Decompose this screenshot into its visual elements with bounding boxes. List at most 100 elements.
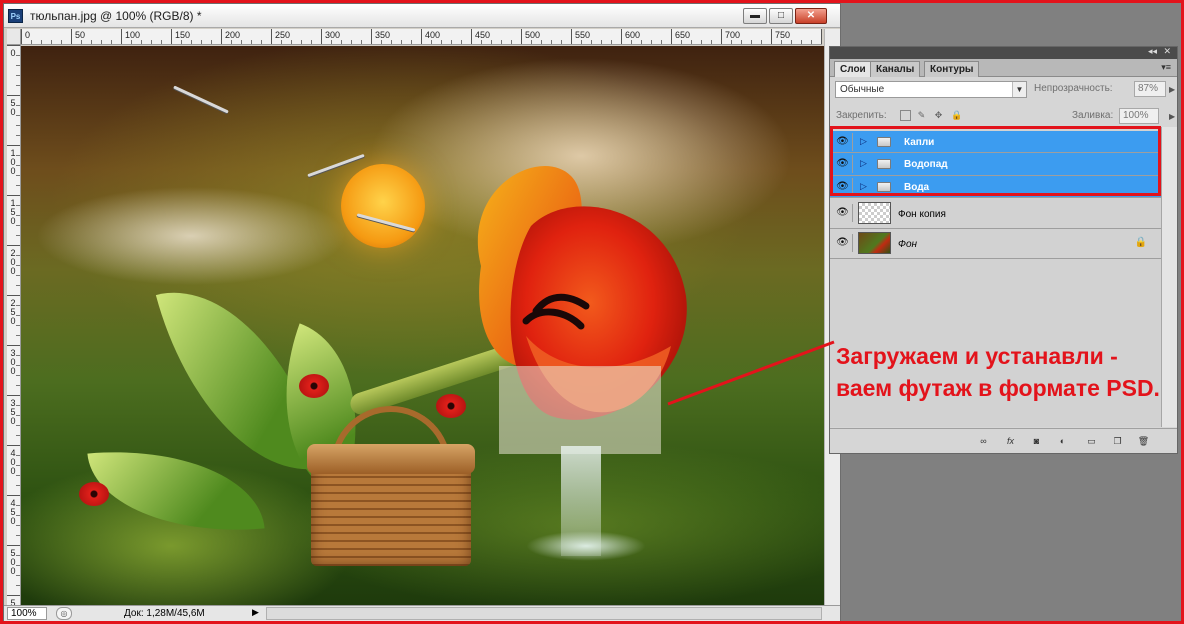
fill-label: Заливка: <box>1072 110 1114 121</box>
folder-icon <box>877 182 891 192</box>
opacity-arrow-icon[interactable]: ▶ <box>1169 85 1179 94</box>
ruler-tick-label: 4 5 0 <box>10 498 16 526</box>
eye-icon[interactable]: 👁 <box>833 133 853 151</box>
lock-all-icon[interactable]: 🔒 <box>951 110 962 121</box>
blend-mode-value: Обычные <box>840 84 885 95</box>
opacity-label: Непрозрачность: <box>1034 83 1113 94</box>
eye-icon[interactable]: 👁 <box>833 155 853 173</box>
adjustment-icon[interactable]: ◐ <box>1055 435 1070 447</box>
layer-name: Фон <box>898 239 918 250</box>
chevron-down-icon: ▼ <box>1012 82 1026 97</box>
vertical-ruler[interactable]: 0 5 0 1 0 0 1 5 0 2 0 0 2 5 0 3 0 0 3 5 0 4 0 0 4… <box>7 45 21 624</box>
lock-brush-icon[interactable]: ✎ <box>916 110 927 121</box>
layer-row-fon[interactable]: 👁 Фон 🔒 <box>830 229 1161 259</box>
layers-scrollbar[interactable] <box>1161 127 1177 427</box>
sun-graphic <box>341 164 425 248</box>
expand-triangle-icon[interactable]: ▷ <box>860 181 867 192</box>
lock-transparency-icon[interactable] <box>900 110 911 121</box>
ruler-tick-label: 100 <box>125 30 141 40</box>
footage-overlay <box>499 366 661 454</box>
ruler-tick-label: 450 <box>475 30 491 40</box>
image-canvas[interactable] <box>21 46 824 606</box>
status-info-icon[interactable]: ◎ <box>56 607 72 620</box>
fill-field[interactable]: 100% <box>1119 108 1159 124</box>
basket-lid <box>307 444 475 474</box>
layer-name: Капли <box>904 137 935 148</box>
panel-header[interactable]: ◂◂ ✕ <box>830 46 1177 59</box>
maximize-button[interactable]: □ <box>769 8 793 24</box>
link-icon[interactable]: ∞ <box>976 435 991 447</box>
mask-icon[interactable]: ◙ <box>1029 435 1044 447</box>
tab-channels[interactable]: Каналы <box>870 61 921 77</box>
ruler-tick-label: 1 0 0 <box>10 148 16 176</box>
layer-row-fon-kopiya[interactable]: 👁 Фон копия <box>830 199 1161 229</box>
poppy-graphic <box>79 482 109 506</box>
status-menu-arrow-icon[interactable]: ▶ <box>252 607 259 618</box>
opacity-field[interactable]: 87% <box>1134 81 1166 97</box>
tab-paths[interactable]: Контуры <box>924 61 980 77</box>
poppy-graphic <box>299 374 329 398</box>
ruler-tick-label: 300 <box>325 30 341 40</box>
ruler-tick-label: 600 <box>625 30 641 40</box>
ruler-tick-label: 400 <box>425 30 441 40</box>
ruler-tick-label: 1 5 0 <box>10 198 16 226</box>
lock-move-icon[interactable]: ✥ <box>933 110 944 121</box>
layers-panel: ◂◂ ✕ Слои Каналы Контуры ▾≡ Обычные ▼ Не… <box>829 46 1178 454</box>
bird-graphic <box>173 85 229 114</box>
folder-icon <box>877 159 891 169</box>
poppy-graphic <box>436 394 466 418</box>
layers-list: 👁 ▷ Капли 👁 ▷ Водопад 👁 ▷ Вода 👁 Фон коп… <box>830 127 1161 427</box>
ruler-tick-label: 700 <box>725 30 741 40</box>
ruler-tick-label: 150 <box>175 30 191 40</box>
ruler-tick-label: 0 <box>25 30 31 40</box>
panel-close-icon[interactable]: ✕ <box>1163 46 1171 57</box>
eye-icon[interactable]: 👁 <box>833 178 853 196</box>
tab-layers[interactable]: Слои <box>834 61 872 77</box>
document-titlebar[interactable]: Ps тюльпан.jpg @ 100% (RGB/8) * ▬ □ ✕ <box>4 4 840 28</box>
eye-icon[interactable]: 👁 <box>833 234 853 252</box>
ruler-tick-label: 5 0 0 <box>10 548 16 576</box>
fx-icon[interactable]: fx <box>1003 435 1018 447</box>
ruler-tick-label: 50 <box>75 30 86 40</box>
ruler-tick-label: 550 <box>575 30 591 40</box>
ruler-tick-label: 5 0 <box>10 98 16 117</box>
zoom-field[interactable]: 100% <box>7 607 47 620</box>
blend-mode-select[interactable]: Обычные ▼ <box>835 81 1027 98</box>
ruler-tick-label: 200 <box>225 30 241 40</box>
expand-triangle-icon[interactable]: ▷ <box>860 136 867 147</box>
horizontal-ruler[interactable]: 0 50 100 150 200 250 300 350 400 450 500 550 600 650 7… <box>21 29 822 45</box>
layer-thumbnail <box>858 232 891 254</box>
close-button[interactable]: ✕ <box>795 8 827 24</box>
ruler-origin[interactable] <box>7 29 21 45</box>
expand-triangle-icon[interactable]: ▷ <box>860 158 867 169</box>
document-title: тюльпан.jpg @ 100% (RGB/8) * <box>30 9 202 23</box>
trash-icon[interactable]: 🗑 <box>1136 435 1151 447</box>
photoshop-app-icon: Ps <box>8 9 23 23</box>
layer-row-kapli[interactable]: 👁 ▷ Капли <box>830 131 1161 153</box>
ruler-tick-label: 0 <box>10 48 16 58</box>
ruler-tick-label: 3 0 0 <box>10 348 16 376</box>
ruler-tick-label: 750 <box>775 30 791 40</box>
status-bar: 100% ◎ Док: 1,28M/45,6M ▶ <box>4 605 840 621</box>
ruler-tick-label: 650 <box>675 30 691 40</box>
layer-name: Вода <box>904 182 930 193</box>
collapse-icon[interactable]: ◂◂ <box>1148 46 1157 57</box>
fill-arrow-icon[interactable]: ▶ <box>1169 112 1179 121</box>
ruler-tick-label: 2 0 0 <box>10 248 16 276</box>
group-icon[interactable]: ▭ <box>1084 435 1099 447</box>
minimize-button[interactable]: ▬ <box>743 8 767 24</box>
lock-icon: 🔒 <box>1134 237 1147 248</box>
lock-label: Закрепить: <box>836 110 887 121</box>
new-layer-icon[interactable]: ❐ <box>1110 435 1125 447</box>
ruler-tick-label: 350 <box>375 30 391 40</box>
layer-name: Фон копия <box>898 209 946 220</box>
layer-name: Водопад <box>904 159 948 170</box>
pond-graphic <box>526 531 646 561</box>
document-window: Ps тюльпан.jpg @ 100% (RGB/8) * ▬ □ ✕ 0 5… <box>3 3 841 624</box>
horizontal-scrollbar[interactable] <box>266 607 822 620</box>
panel-menu-icon[interactable]: ▾≡ <box>1161 62 1171 73</box>
eye-icon[interactable]: 👁 <box>833 204 853 222</box>
panel-footer: ∞ fx ◙ ◐ ▭ ❐ 🗑 <box>830 428 1177 453</box>
layer-row-vodopad[interactable]: 👁 ▷ Водопад <box>830 153 1161 176</box>
layer-row-voda[interactable]: 👁 ▷ Вода <box>830 176 1161 198</box>
